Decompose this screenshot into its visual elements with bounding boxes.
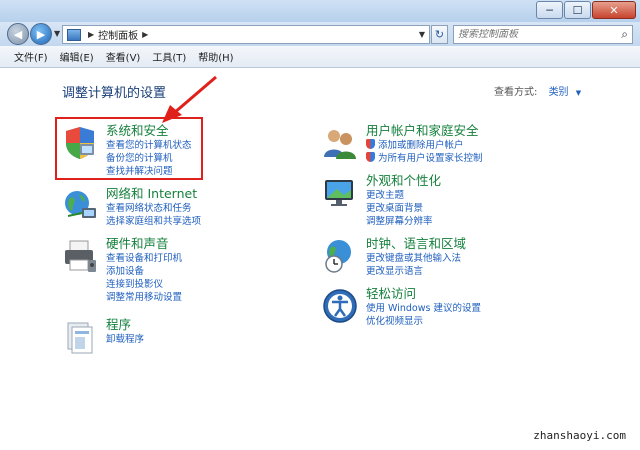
menu-view[interactable]: 查看(V) (100, 49, 147, 64)
link-recommended-settings[interactable]: 使用 Windows 建议的设置 (366, 302, 566, 315)
link-mobility-settings[interactable]: 调整常用移动设置 (106, 291, 306, 304)
menu-bar: 文件(F) 编辑(E) 查看(V) 工具(T) 帮助(H) (0, 46, 640, 68)
link-troubleshoot[interactable]: 查找并解决问题 (106, 165, 306, 178)
address-toolbar: ◀ ▶ ▼ ▶ 控制面板 ▶ ▼ ↻ ⌕ (0, 22, 640, 46)
search-icon[interactable]: ⌕ (621, 27, 628, 42)
recent-pages-dropdown-icon[interactable]: ▼ (54, 29, 60, 38)
category-ease-text: 轻松访问 使用 Windows 建议的设置 优化视频显示 (366, 286, 566, 328)
link-parental-controls-label: 为所有用户设置家长控制 (378, 153, 483, 164)
control-panel-icon (67, 28, 81, 41)
accessibility-icon (323, 289, 357, 323)
category-appearance-text: 外观和个性化 更改主题 更改桌面背景 调整屏幕分辨率 (366, 173, 566, 228)
category-title-network[interactable]: 网络和 Internet (106, 186, 306, 202)
link-display-language[interactable]: 更改显示语言 (366, 265, 566, 278)
category-system-text: 系统和安全 查看您的计算机状态 备份您的计算机 查找并解决问题 (106, 123, 306, 178)
menu-file[interactable]: 文件(F) (8, 49, 54, 64)
category-title-appearance[interactable]: 外观和个性化 (366, 173, 566, 189)
shield-icon (66, 127, 94, 159)
category-hardware-text: 硬件和声音 查看设备和打印机 添加设备 连接到投影仪 调整常用移动设置 (106, 236, 306, 304)
category-title-user-accounts[interactable]: 用户帐户和家庭安全 (366, 123, 566, 139)
chevron-right-icon[interactable]: ▶ (88, 30, 94, 39)
category-users-text: 用户帐户和家庭安全 添加或删除用户帐户 为所有用户设置家长控制 (366, 123, 566, 165)
printer-icon (65, 240, 96, 272)
address-history-dropdown-icon[interactable]: ▼ (419, 30, 425, 39)
back-button[interactable]: ◀ (7, 23, 29, 45)
maximize-button[interactable]: ☐ (564, 1, 591, 19)
link-devices-printers[interactable]: 查看设备和打印机 (106, 252, 306, 265)
network-globe-icon (65, 191, 96, 218)
link-connect-projector[interactable]: 连接到投影仪 (106, 278, 306, 291)
view-by-label: 查看方式: (494, 87, 538, 98)
arrow-right-icon: ▶ (36, 27, 46, 41)
link-add-device[interactable]: 添加设备 (106, 265, 306, 278)
link-uninstall-program[interactable]: 卸载程序 (106, 333, 306, 346)
category-title-programs[interactable]: 程序 (106, 317, 306, 333)
close-button[interactable]: ✕ (592, 1, 636, 19)
chevron-down-icon[interactable]: ▼ (576, 89, 581, 97)
link-optimize-display[interactable]: 优化视频显示 (366, 315, 566, 328)
search-box[interactable]: ⌕ (453, 25, 633, 44)
category-clock-text: 时钟、语言和区域 更改键盘或其他输入法 更改显示语言 (366, 236, 566, 278)
control-panel-content: 调整计算机的设置 查看方式: 类别 ▼ 系统和安全 查看您的计算机状态 备份您的… (0, 69, 640, 450)
uac-shield-icon (366, 152, 375, 162)
window-controls: ─ ☐ ✕ (535, 1, 636, 19)
link-keyboard-input[interactable]: 更改键盘或其他输入法 (366, 252, 566, 265)
category-network-text: 网络和 Internet 查看网络状态和任务 选择家庭组和共享选项 (106, 186, 306, 228)
link-change-theme[interactable]: 更改主题 (366, 189, 566, 202)
link-homegroup-sharing[interactable]: 选择家庭组和共享选项 (106, 215, 306, 228)
refresh-icon: ↻ (434, 28, 445, 41)
link-add-remove-accounts-label: 添加或删除用户帐户 (378, 140, 464, 151)
link-view-computer-status[interactable]: 查看您的计算机状态 (106, 139, 306, 152)
menu-help[interactable]: 帮助(H) (192, 49, 239, 64)
link-add-remove-accounts[interactable]: 添加或删除用户帐户 (366, 139, 566, 152)
link-network-status[interactable]: 查看网络状态和任务 (106, 202, 306, 215)
minimize-button[interactable]: ─ (536, 1, 563, 19)
menu-edit[interactable]: 编辑(E) (54, 49, 100, 64)
address-bar[interactable]: ▶ 控制面板 ▶ ▼ (62, 25, 430, 44)
link-screen-resolution[interactable]: 调整屏幕分辨率 (366, 215, 566, 228)
menu-tools[interactable]: 工具(T) (146, 49, 192, 64)
category-title-hardware[interactable]: 硬件和声音 (106, 236, 306, 252)
category-title-ease-of-access[interactable]: 轻松访问 (366, 286, 566, 302)
forward-button[interactable]: ▶ (30, 23, 52, 45)
search-input[interactable] (458, 29, 608, 40)
category-title-system-security[interactable]: 系统和安全 (106, 123, 306, 139)
users-icon (324, 130, 356, 159)
category-programs-text: 程序 卸载程序 (106, 317, 306, 346)
uac-shield-icon (366, 139, 375, 149)
watermark: zhanshaoyi.com (525, 427, 634, 444)
link-desktop-background[interactable]: 更改桌面背景 (366, 202, 566, 215)
breadcrumb-control-panel[interactable]: 控制面板 (98, 27, 138, 42)
link-parental-controls[interactable]: 为所有用户设置家长控制 (366, 152, 566, 165)
link-backup-computer[interactable]: 备份您的计算机 (106, 152, 306, 165)
arrow-left-icon: ◀ (13, 27, 23, 41)
view-by-dropdown[interactable]: 类别 (549, 87, 569, 98)
programs-icon (67, 322, 93, 354)
chevron-right-icon[interactable]: ▶ (142, 30, 148, 39)
refresh-button[interactable]: ↻ (431, 25, 448, 44)
view-by-control: 查看方式: 类别 ▼ (494, 83, 581, 98)
category-title-clock-language[interactable]: 时钟、语言和区域 (366, 236, 566, 252)
clock-globe-icon (325, 240, 351, 273)
monitor-icon (325, 180, 353, 206)
title-bar: ─ ☐ ✕ (0, 0, 640, 22)
